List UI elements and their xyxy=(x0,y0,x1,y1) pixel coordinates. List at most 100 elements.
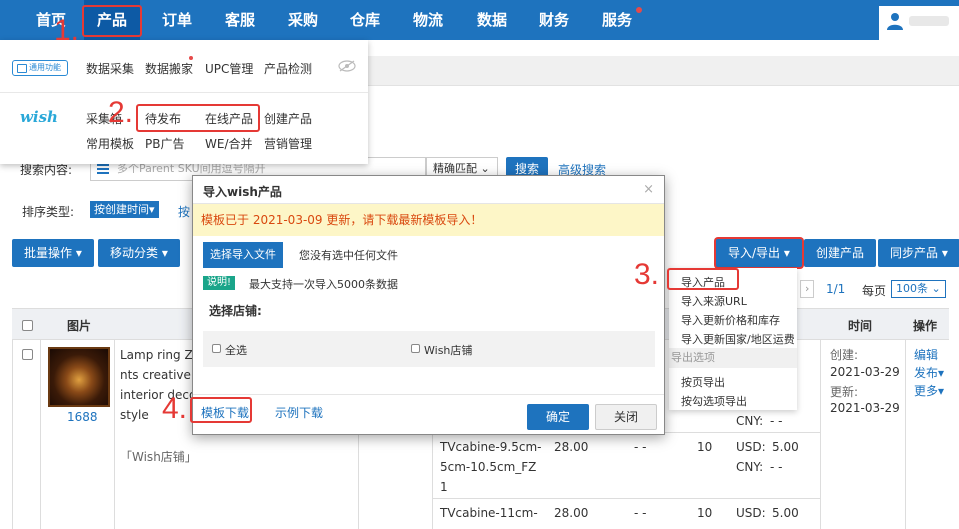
move-category-button[interactable]: 移动分类 ▾ xyxy=(98,239,180,267)
list-icon xyxy=(97,164,109,174)
user-icon xyxy=(887,13,903,30)
create-product-button[interactable]: 创建产品 xyxy=(804,239,877,267)
dialog-close-button[interactable]: 关闭 xyxy=(595,404,657,430)
nav-finance[interactable]: 财务 xyxy=(539,0,569,40)
sync-product-button[interactable]: 同步产品 ▾ xyxy=(878,239,959,267)
variant-cny-label: CNY: xyxy=(736,460,764,474)
choose-file-button[interactable]: 选择导入文件 xyxy=(203,242,283,268)
menu-create-product[interactable]: 创建产品 xyxy=(264,110,312,127)
common-functions-logo: 通用功能 xyxy=(12,60,68,76)
variant-cny-value: - - xyxy=(770,460,783,474)
nav-service[interactable]: 客服 xyxy=(225,0,255,40)
nav-logistics[interactable]: 物流 xyxy=(413,0,443,40)
nav-warehouse[interactable]: 仓库 xyxy=(350,0,380,40)
menu-divider xyxy=(0,92,368,93)
cny-value: - - xyxy=(770,414,783,428)
menu-pb-ads[interactable]: PB广告 xyxy=(145,135,184,152)
menu-marketing[interactable]: 营销管理 xyxy=(264,135,312,152)
caret-down-icon: ▾ xyxy=(149,203,155,216)
dd-import-shipping[interactable]: 导入更新国家/地区运费 xyxy=(681,331,795,347)
menu-upc[interactable]: UPC管理 xyxy=(205,60,253,77)
sort-by-created[interactable]: 按创建时间▾ xyxy=(90,201,159,218)
col-image: 图片 xyxy=(67,319,92,333)
nav-services[interactable]: 服务 xyxy=(602,0,632,40)
dd-import-price-stock[interactable]: 导入更新价格和库存 xyxy=(681,312,780,328)
col-divider xyxy=(905,340,906,529)
wish-shop-label[interactable]: Wish店铺 xyxy=(424,342,472,358)
caret-down-icon: ▾ xyxy=(161,246,168,260)
page-indicator: 1/1 xyxy=(826,282,846,296)
content-header-strip xyxy=(368,56,959,86)
per-page-select[interactable]: 100条 ⌄ xyxy=(891,280,946,298)
variant-usd-value: 5.00 xyxy=(772,440,799,454)
nav-orders[interactable]: 订单 xyxy=(162,0,192,40)
product-menu: 通用功能 数据采集 数据搬家 UPC管理 产品检测 wish 采集箱 待发布 在… xyxy=(0,40,368,164)
user-menu[interactable] xyxy=(879,6,959,40)
publish-link[interactable]: 发布▾ xyxy=(914,364,944,381)
row-checkbox[interactable] xyxy=(22,349,33,360)
variant-price: 28.00 xyxy=(554,440,589,454)
top-nav: 首页 产品 订单 客服 采购 仓库 物流 数据 财务 服务 xyxy=(0,0,959,40)
dd-export-checked[interactable]: 按勾选项导出 xyxy=(681,393,747,409)
chevron-down-icon: ⌄ xyxy=(931,282,941,295)
move-category-label: 移动分类 xyxy=(110,246,159,260)
import-export-label: 导入/导出 xyxy=(728,246,781,260)
caret-down-icon: ▾ xyxy=(938,366,945,380)
chevron-down-icon: ⌄ xyxy=(480,162,490,175)
publish-label: 发布 xyxy=(914,366,939,380)
select-all-label[interactable]: 全选 xyxy=(225,342,247,358)
batch-actions-button[interactable]: 批量操作 ▾ xyxy=(12,239,94,267)
menu-data-migration[interactable]: 数据搬家 xyxy=(145,60,193,77)
annotation-step-1: 1. xyxy=(54,14,80,47)
menu-we-merge[interactable]: WE/合并 xyxy=(205,135,253,152)
variant-price: 28.00 xyxy=(554,506,589,520)
shop-select-box: 全选 Wish店铺 xyxy=(203,331,655,367)
dialog-title: 导入wish产品 xyxy=(203,185,282,199)
sort-other[interactable]: 按 xyxy=(178,203,190,220)
variant-sku: 5cm-10.5cm_FZ xyxy=(440,460,537,474)
wish-logo: wish xyxy=(20,108,58,126)
menu-data-collection[interactable]: 数据采集 xyxy=(86,60,134,77)
annotation-box-menu xyxy=(136,104,260,132)
product-thumbnail[interactable] xyxy=(48,347,110,407)
variant-usd-value: 5.00 xyxy=(772,506,799,520)
select-all-checkbox[interactable] xyxy=(22,320,33,331)
col-divider xyxy=(820,340,821,529)
match-mode-value: 精确匹配 xyxy=(433,162,477,175)
sort-value: 按创建时间 xyxy=(94,203,149,216)
caret-down-icon: ▾ xyxy=(941,246,948,260)
template-warning: 模板已于 2021-03-09 更新，请下载最新模板导入！ xyxy=(193,204,664,236)
hide-eye-icon[interactable] xyxy=(338,60,356,72)
product-shop: 「Wish店铺」 xyxy=(120,450,197,464)
edit-link[interactable]: 编辑 xyxy=(914,346,938,363)
confirm-button[interactable]: 确定 xyxy=(527,404,589,430)
pager-prev[interactable]: › xyxy=(800,280,815,298)
wish-shop-checkbox[interactable] xyxy=(411,344,420,353)
select-all-shops-checkbox[interactable] xyxy=(212,344,221,353)
import-export-button[interactable]: 导入/导出 ▾ xyxy=(716,239,802,267)
import-wish-dialog: 导入wish产品 × 模板已于 2021-03-09 更新，请下载最新模板导入！… xyxy=(192,175,665,435)
menu-templates[interactable]: 常用模板 xyxy=(86,135,134,152)
product-id[interactable]: 1688 xyxy=(67,410,98,424)
variant-sku: TVcabine-11cm- xyxy=(440,506,538,520)
menu-product-check[interactable]: 产品检测 xyxy=(264,60,312,77)
product-title-line[interactable]: style xyxy=(120,408,149,422)
example-download-link[interactable]: 示例下载 xyxy=(275,404,323,421)
sync-product-label: 同步产品 xyxy=(890,246,939,260)
menu-new-dot xyxy=(189,56,193,60)
tip-text: 最大支持一次导入5000条数据 xyxy=(249,278,398,291)
dd-export-page[interactable]: 按页导出 xyxy=(681,374,725,390)
dd-import-source-url[interactable]: 导入来源URL xyxy=(681,293,747,309)
nav-data[interactable]: 数据 xyxy=(477,0,507,40)
per-page-value: 100条 xyxy=(896,282,928,295)
variant-usd-label: USD: xyxy=(736,440,766,454)
nav-purchase[interactable]: 采购 xyxy=(288,0,318,40)
more-link[interactable]: 更多▾ xyxy=(914,382,944,399)
variant-dash: - - xyxy=(634,506,647,520)
created-date: 2021-03-29 xyxy=(830,365,900,379)
updated-label: 更新: xyxy=(830,385,859,399)
caret-down-icon: ▾ xyxy=(783,246,790,260)
col-time: 时间 xyxy=(848,319,873,333)
close-icon[interactable]: × xyxy=(643,182,654,197)
col-divider xyxy=(114,340,115,529)
